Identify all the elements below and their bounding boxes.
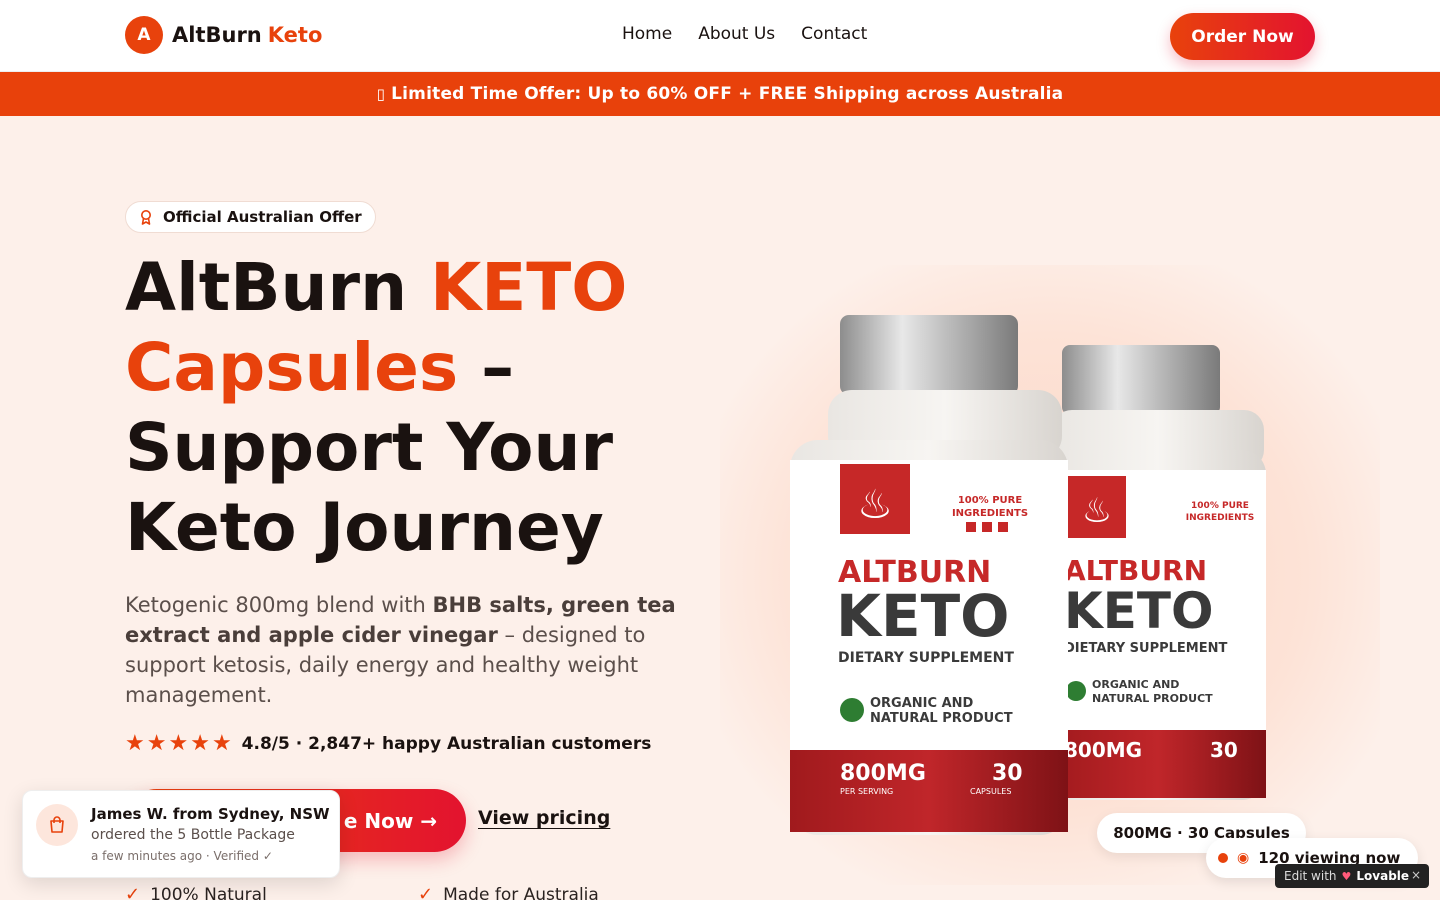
purchase-notification[interactable]: James W. from Sydney, NSW ordered the 5 … — [22, 790, 340, 878]
pure-label: 100% PURE — [1191, 501, 1249, 511]
bottle-badge: NATURAL PRODUCT — [1092, 692, 1213, 705]
svg-text:♨: ♨ — [1082, 491, 1112, 531]
rating-row: ★ ★ ★ ★ ★ 4.8/5 · 2,847+ happy Australia… — [125, 733, 651, 755]
pure-label: INGREDIENTS — [1186, 513, 1254, 523]
bottle-dose: 800MG — [840, 761, 926, 786]
product-bottles-image: ♨ 100% PURE INGREDIENTS ALTBURN KETO DIE… — [790, 315, 1266, 835]
main-nav: Home About Us Contact — [622, 24, 867, 44]
toast-action: ordered the 5 Bottle Package — [91, 827, 295, 843]
feature-natural: ✓ 100% Natural — [125, 884, 267, 900]
eye-icon: ◉ — [1237, 850, 1250, 866]
feature-australia: ✓ Made for Australia — [418, 884, 599, 900]
edit-prefix: Edit with — [1284, 869, 1337, 883]
desc-lead: Ketogenic 800mg blend with — [125, 593, 433, 617]
award-icon — [141, 210, 151, 225]
order-now-button[interactable]: Order Now — [1170, 13, 1315, 60]
promo-icon: ▯ — [376, 85, 386, 103]
bottle-back: ♨ 100% PURE INGREDIENTS ALTBURN KETO DIE… — [1050, 345, 1266, 800]
view-pricing-link[interactable]: View pricing — [478, 807, 610, 829]
bottle-sub: DIETARY SUPPLEMENT — [838, 650, 1014, 666]
pure-label: INGREDIENTS — [952, 508, 1028, 519]
promo-text: Limited Time Offer: Up to 60% OFF + FREE… — [391, 84, 1064, 104]
shopping-bag-icon — [36, 804, 78, 846]
lovable-logo-icon: ♥ — [1341, 869, 1352, 883]
brand-accent: Keto — [267, 23, 323, 47]
close-icon[interactable]: × — [1411, 868, 1421, 882]
star-icon: ★ — [168, 731, 189, 756]
logo-mark: A — [125, 16, 163, 54]
star-icon: ★ — [211, 731, 232, 756]
official-offer-badge: Official Australian Offer — [125, 201, 376, 233]
star-icon: ★ — [190, 731, 210, 756]
bottle-badge: ORGANIC AND — [870, 696, 974, 711]
hero-description: Ketogenic 800mg blend with BHB salts, gr… — [125, 590, 705, 710]
edit-with-lovable-button[interactable]: Edit with ♥ Lovable × — [1275, 864, 1429, 888]
edit-brand: Lovable — [1356, 869, 1410, 883]
site-header: A AltBurn Keto Home About Us Contact Orde… — [0, 0, 1440, 72]
hero-title: AltBurn KETO Capsules – Support Your Ket… — [125, 248, 725, 568]
hero-title-lead: AltBurn — [125, 249, 431, 326]
promo-banner: ▯ Limited Time Offer: Up to 60% OFF + FR… — [0, 72, 1440, 116]
check-icon: ✓ — [418, 884, 434, 900]
brand-name: AltBurn — [172, 23, 262, 47]
bottle-count: 30 — [1210, 738, 1238, 762]
bottle-sub: DIETARY SUPPLEMENT — [1064, 641, 1228, 656]
bottle-count: 30 — [992, 761, 1023, 786]
bottle-dose: 800MG — [1064, 738, 1142, 762]
star-icon: ★ — [146, 731, 167, 756]
logo-text: AltBurn Keto — [172, 23, 322, 47]
pure-label: 100% PURE — [958, 495, 1023, 506]
bottle-name: KETO — [1064, 582, 1214, 640]
rating-stars: ★ ★ ★ ★ ★ — [125, 733, 232, 755]
feature-label: 100% Natural — [150, 884, 267, 900]
svg-text:♨: ♨ — [857, 482, 893, 528]
star-icon: ★ — [125, 731, 145, 756]
bottle-dose-sub: PER SERVING — [840, 787, 893, 796]
order-cta-label: e Now → — [343, 808, 438, 833]
bottle-badge: ORGANIC AND — [1092, 678, 1179, 691]
check-icon: ✓ — [125, 884, 141, 900]
bottle-front: ♨ 100% PURE INGREDIENTS ALTBURN KETO DIE… — [790, 315, 1068, 835]
nav-home[interactable]: Home — [622, 24, 672, 44]
nav-about-us[interactable]: About Us — [698, 24, 775, 44]
bottle-name: KETO — [836, 582, 1009, 650]
live-dot — [1218, 853, 1228, 863]
rating-text: 4.8/5 · 2,847+ happy Australian customer… — [241, 734, 652, 754]
toast-meta: a few minutes ago · Verified ✓ — [91, 849, 273, 863]
badge-label: Official Australian Offer — [163, 208, 362, 226]
bottle-count-sub: CAPSULES — [970, 787, 1011, 796]
feature-label: Made for Australia — [443, 884, 599, 900]
logo[interactable]: A AltBurn Keto — [125, 16, 322, 54]
nav-contact[interactable]: Contact — [801, 24, 867, 44]
bottle-badge: NATURAL PRODUCT — [870, 711, 1013, 726]
toast-customer: James W. from Sydney, NSW — [91, 805, 330, 823]
